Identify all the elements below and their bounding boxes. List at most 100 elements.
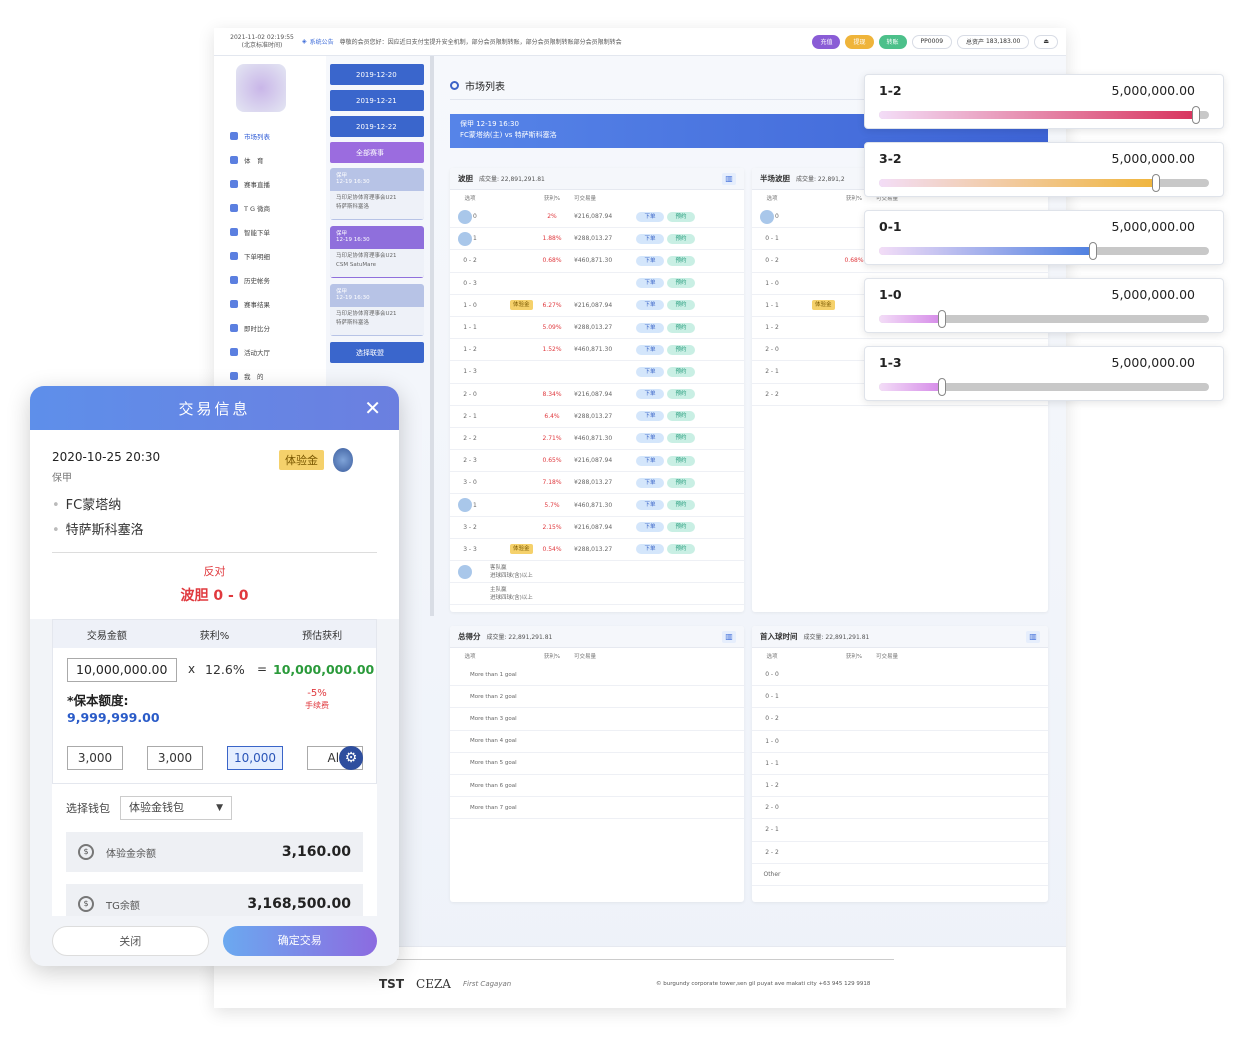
sidebar-item[interactable]: 体 育: [214, 148, 326, 172]
slider-amount: 5,000,000.00: [1111, 83, 1196, 98]
order-button[interactable]: 下单: [636, 522, 664, 533]
option-label: 0 - 1: [765, 235, 779, 243]
sidebar-item[interactable]: 赛事直播: [214, 172, 326, 196]
sidebar-item[interactable]: 历史帐务: [214, 268, 326, 292]
sidebar-item[interactable]: 下单明细: [214, 244, 326, 268]
sidebar-item[interactable]: 即时比分: [214, 316, 326, 340]
nav-icon: [230, 276, 238, 284]
score-slider[interactable]: 0-1 5,000,000.00: [864, 210, 1224, 265]
slider-handle[interactable]: [1152, 174, 1161, 192]
sidebar-item[interactable]: 赛事结果: [214, 292, 326, 316]
slider-handle[interactable]: [1191, 106, 1200, 124]
order-button[interactable]: 下单: [636, 300, 664, 311]
order-button[interactable]: 下单: [636, 455, 664, 466]
table-row: More than 5 goal: [450, 753, 744, 775]
order-button[interactable]: 下单: [636, 255, 664, 266]
score-slider[interactable]: 1-2 5,000,000.00: [864, 74, 1224, 129]
order-button[interactable]: 下单: [636, 500, 664, 511]
order-button[interactable]: 下单: [636, 344, 664, 355]
sidebar-scrollbar[interactable]: [430, 56, 434, 616]
wallet-select[interactable]: 体验金钱包: [120, 796, 232, 820]
option-label: More than 5 goal: [470, 760, 517, 767]
reserve-button[interactable]: 预约: [667, 278, 695, 289]
order-button[interactable]: 下单: [636, 477, 664, 488]
reserve-button[interactable]: 预约: [667, 477, 695, 488]
score-slider[interactable]: 1-3 5,000,000.00: [864, 346, 1224, 401]
slider-handle[interactable]: [937, 378, 946, 396]
match-card[interactable]: 保甲 12-19 16:30 马印足协体育理事会U21 特萨斯科塞洛: [330, 284, 424, 336]
tradable-volume: ¥288,013.27: [574, 235, 613, 243]
reserve-button[interactable]: 预约: [667, 255, 695, 266]
match-card[interactable]: 保甲 12-19 16:30 马印足协体育理事会U21 特萨斯科塞洛: [330, 168, 424, 220]
slider-track[interactable]: [879, 378, 1209, 396]
order-button[interactable]: 下单: [636, 322, 664, 333]
reserve-button[interactable]: 预约: [667, 411, 695, 422]
order-button[interactable]: 下单: [636, 433, 664, 444]
option-label: 1 - 1: [765, 759, 779, 767]
order-button[interactable]: 下单: [636, 544, 664, 555]
date-button-3[interactable]: 2019-12-22: [330, 116, 424, 137]
all-matches-button[interactable]: 全部赛事: [330, 142, 424, 163]
order-button[interactable]: 下单: [636, 411, 664, 422]
order-button[interactable]: 下单: [636, 278, 664, 289]
date-button-1[interactable]: 2019-12-20: [330, 64, 424, 85]
reserve-button[interactable]: 预约: [667, 322, 695, 333]
reserve-button[interactable]: 预约: [667, 211, 695, 222]
chart-icon[interactable]: ▥: [722, 172, 736, 185]
quick-amount-button[interactable]: 3,000: [67, 746, 123, 770]
slider-track[interactable]: [879, 310, 1209, 328]
reserve-button[interactable]: 预约: [667, 233, 695, 244]
sidebar-item[interactable]: 活动大厅: [214, 340, 326, 364]
order-button[interactable]: 下单: [636, 211, 664, 222]
slider-track[interactable]: [879, 174, 1209, 192]
reserve-button[interactable]: 预约: [667, 433, 695, 444]
option-label: 2 - 1: [463, 412, 477, 420]
reserve-button[interactable]: 预约: [667, 344, 695, 355]
option-label: 2 - 2: [765, 390, 779, 398]
table-row: 2 - 2 2.71% ¥460,871.30 下单 预约: [450, 428, 744, 451]
gear-icon[interactable]: ⚙: [339, 746, 363, 770]
order-button[interactable]: 下单: [636, 389, 664, 400]
slider-track[interactable]: [879, 106, 1209, 124]
quick-amount-button[interactable]: 3,000: [147, 746, 203, 770]
slider-fill: [879, 315, 942, 323]
sidebar-item[interactable]: T G 微商: [214, 196, 326, 220]
reserve-button[interactable]: 预约: [667, 500, 695, 511]
slider-fill: [879, 179, 1157, 187]
reserve-button[interactable]: 预约: [667, 455, 695, 466]
sidebar-item[interactable]: 智能下单: [214, 220, 326, 244]
slider-handle[interactable]: [1089, 242, 1098, 260]
reserve-button[interactable]: 预约: [667, 366, 695, 377]
chart-icon[interactable]: ▥: [1026, 630, 1040, 643]
transfer-button[interactable]: 转账: [878, 34, 907, 49]
reserve-button[interactable]: 预约: [667, 389, 695, 400]
deposit-button[interactable]: 充值: [812, 34, 841, 49]
order-button[interactable]: 下单: [636, 366, 664, 377]
score-slider[interactable]: 1-0 5,000,000.00: [864, 278, 1224, 333]
select-league-button[interactable]: 选择联盟: [330, 342, 424, 363]
slider-track[interactable]: [879, 242, 1209, 260]
table-row: 1 - 0 体验金 6.27% ¥216,087.94 下单 预约: [450, 295, 744, 317]
withdraw-button[interactable]: 提现: [845, 34, 874, 49]
reserve-button[interactable]: 预约: [667, 300, 695, 311]
close-button[interactable]: 关闭: [52, 926, 209, 956]
user-id[interactable]: PP0009: [911, 34, 953, 49]
sidebar-item[interactable]: 我 的: [214, 364, 326, 388]
reserve-button[interactable]: 预约: [667, 522, 695, 533]
tradable-volume: ¥460,871.30: [574, 501, 613, 509]
score-slider[interactable]: 3-2 5,000,000.00: [864, 142, 1224, 197]
row-actions: 下单 预约: [636, 522, 706, 533]
quick-amount-button[interactable]: 10,000: [227, 746, 283, 770]
reserve-button[interactable]: 预约: [667, 544, 695, 555]
date-button-2[interactable]: 2019-12-21: [330, 90, 424, 111]
match-card[interactable]: 保甲 12-19 16:30 马印足协体育理事会U21 CSM SatuMare: [330, 226, 424, 278]
table-row: 0 - 3 下单 预约: [450, 273, 744, 295]
slider-handle[interactable]: [937, 310, 946, 328]
confirm-trade-button[interactable]: 确定交易: [222, 926, 377, 956]
sidebar-item[interactable]: 市场列表: [214, 124, 326, 148]
order-button[interactable]: 下单: [636, 233, 664, 244]
chart-icon[interactable]: ▥: [722, 630, 736, 643]
logout-icon[interactable]: ⏏: [1034, 34, 1058, 49]
close-icon[interactable]: ✕: [364, 396, 381, 420]
amount-input[interactable]: 10,000,000.00: [67, 658, 177, 682]
